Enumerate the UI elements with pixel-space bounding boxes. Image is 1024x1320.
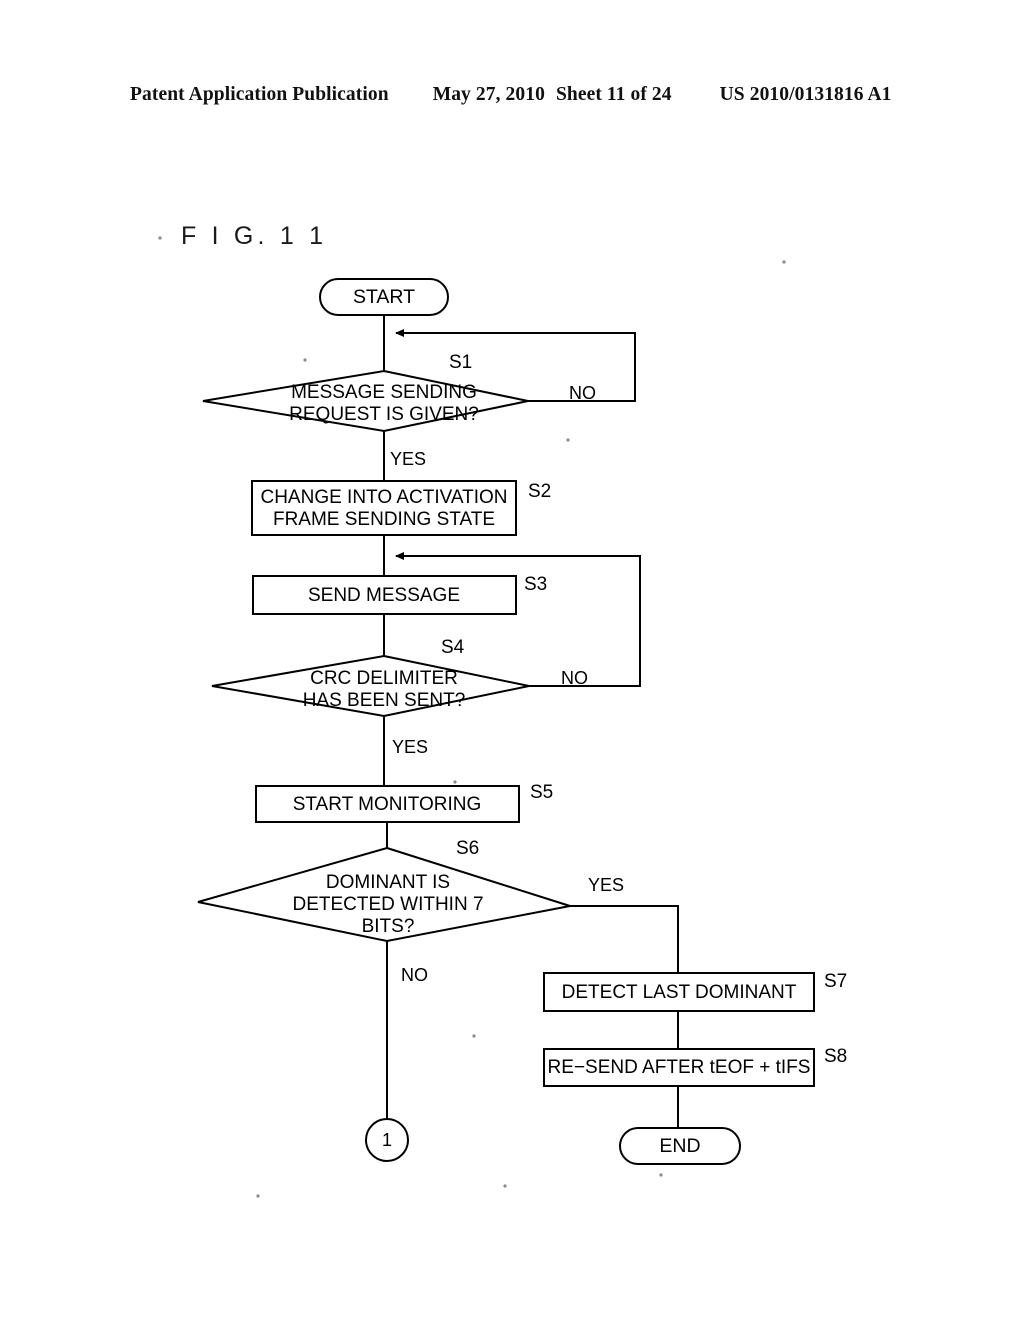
node-start: START: [319, 278, 449, 316]
s4-branch-no: NO: [561, 668, 588, 688]
s4-label-line-2: HAS BEEN SENT?: [303, 690, 466, 711]
scan-speck: [782, 260, 786, 264]
connector-label: 1: [382, 1130, 392, 1150]
s1-branch-no: NO: [569, 383, 596, 403]
node-connector-1: 1: [365, 1118, 409, 1162]
s1-label-line-2: REQUEST IS GIVEN?: [289, 404, 479, 425]
flowchart-diagram: START MESSAGE SENDING REQUEST IS GIVEN? …: [158, 236, 847, 1198]
s3-label: SEND MESSAGE: [308, 585, 460, 606]
s4-branch-yes: YES: [392, 737, 428, 757]
s4-step-tag: S4: [441, 637, 465, 658]
scan-speck: [158, 236, 162, 240]
s7-step-tag: S7: [824, 971, 847, 992]
node-s5: START MONITORING S5: [255, 782, 553, 823]
s2-label-line-1: CHANGE INTO ACTIVATION: [260, 487, 507, 508]
s6-branch-yes: YES: [588, 875, 624, 895]
start-label: START: [353, 286, 415, 308]
scan-speck: [453, 780, 457, 784]
end-label: END: [659, 1135, 700, 1157]
node-s4: CRC DELIMITER HAS BEEN SENT? S4 NO YES: [211, 637, 588, 757]
s6-step-tag: S6: [456, 838, 479, 859]
s6-label-line-3: BITS?: [362, 916, 415, 937]
s4-label-line-1: CRC DELIMITER: [310, 668, 458, 689]
scan-speck: [659, 1173, 663, 1177]
scan-speck: [566, 438, 570, 442]
s5-label: START MONITORING: [293, 794, 482, 815]
s3-step-tag: S3: [524, 574, 547, 595]
node-s3: SEND MESSAGE S3: [252, 574, 547, 615]
node-s2: CHANGE INTO ACTIVATION FRAME SENDING STA…: [251, 480, 551, 536]
s6-label-line-2: DETECTED WITHIN 7: [292, 894, 483, 915]
s8-step-tag: S8: [824, 1046, 847, 1067]
s2-label-line-2: FRAME SENDING STATE: [273, 509, 495, 530]
node-end: END: [619, 1127, 741, 1165]
s1-label-line-1: MESSAGE SENDING: [291, 382, 477, 403]
node-s6: DOMINANT IS DETECTED WITHIN 7 BITS? S6 Y…: [197, 838, 624, 985]
s6-label-line-1: DOMINANT IS: [326, 872, 450, 893]
scan-speck: [303, 358, 307, 362]
scan-speck: [256, 1194, 260, 1198]
node-s8: RE−SEND AFTER tEOF + tIFS S8: [543, 1046, 847, 1087]
s2-step-tag: S2: [528, 481, 551, 502]
s5-step-tag: S5: [530, 782, 553, 803]
s6-branch-no: NO: [401, 965, 428, 985]
scan-speck: [472, 1034, 476, 1038]
s1-branch-yes: YES: [390, 449, 426, 469]
s7-label: DETECT LAST DOMINANT: [562, 982, 797, 1003]
node-s7: DETECT LAST DOMINANT S7: [543, 971, 847, 1012]
s1-step-tag: S1: [449, 352, 472, 373]
s8-label: RE−SEND AFTER tEOF + tIFS: [548, 1057, 811, 1078]
line-s6-yes-to-s7: [570, 905, 679, 973]
node-s1: MESSAGE SENDING REQUEST IS GIVEN? S1 NO …: [202, 352, 596, 469]
scan-speck: [503, 1184, 507, 1188]
